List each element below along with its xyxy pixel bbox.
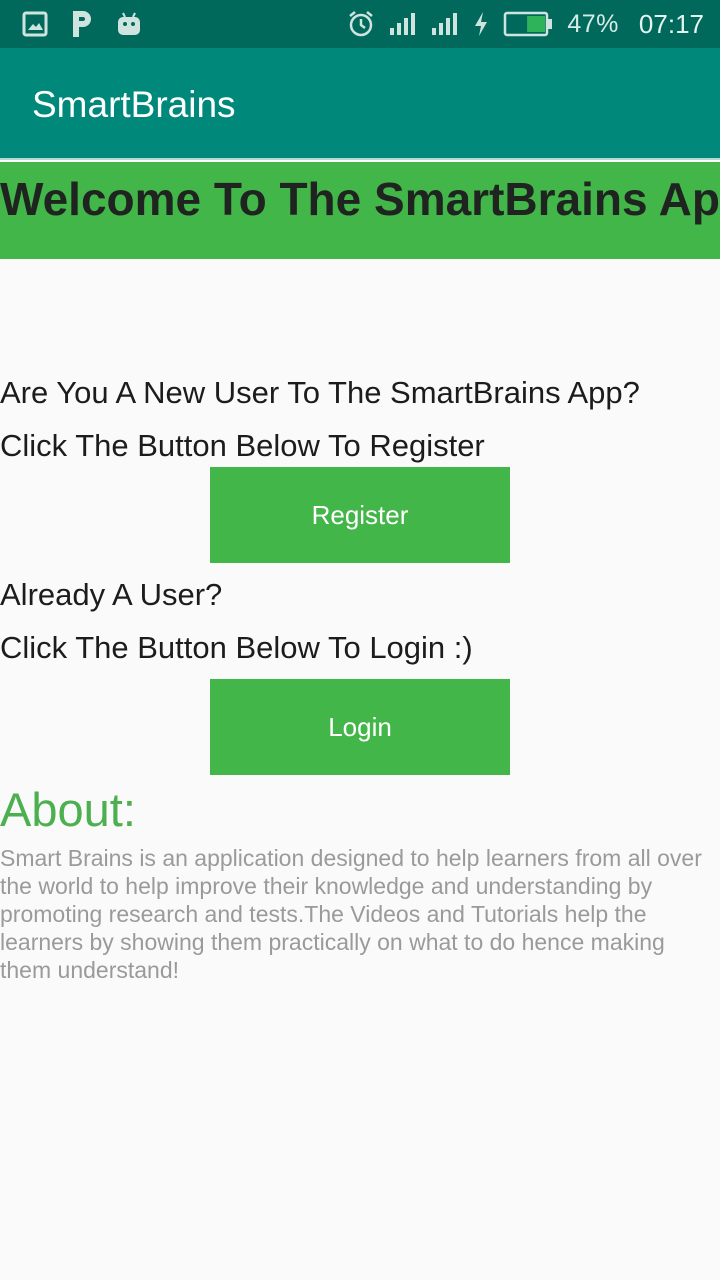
login-instruction: Click The Button Below To Login :): [0, 630, 473, 665]
about-heading: About:: [0, 783, 136, 836]
alarm-icon: [347, 10, 375, 38]
signal-icon: [389, 12, 417, 36]
battery-percentage: 47%: [567, 9, 619, 38]
new-user-question: Are You A New User To The SmartBrains Ap…: [0, 375, 640, 410]
status-bar: 47% 07:17: [0, 0, 720, 48]
welcome-banner: Welcome To The SmartBrains App: [0, 162, 720, 259]
existing-user-question: Already A User?: [0, 577, 223, 612]
welcome-text: Welcome To The SmartBrains App: [0, 173, 720, 225]
app-title: SmartBrains: [32, 84, 236, 125]
charging-icon: [473, 11, 489, 37]
login-button[interactable]: Login: [210, 679, 510, 775]
register-button[interactable]: Register: [210, 467, 510, 563]
parking-icon: [70, 9, 94, 39]
about-description: Smart Brains is an application designed …: [0, 845, 702, 983]
android-icon: [116, 11, 142, 37]
register-instruction: Click The Button Below To Register: [0, 428, 485, 463]
app-bar: SmartBrains: [0, 48, 720, 160]
clock: 07:17: [638, 8, 704, 39]
gallery-icon: [22, 11, 48, 37]
signal-icon: [431, 12, 459, 36]
battery-icon: [503, 11, 553, 37]
battery-fill: [527, 16, 546, 32]
